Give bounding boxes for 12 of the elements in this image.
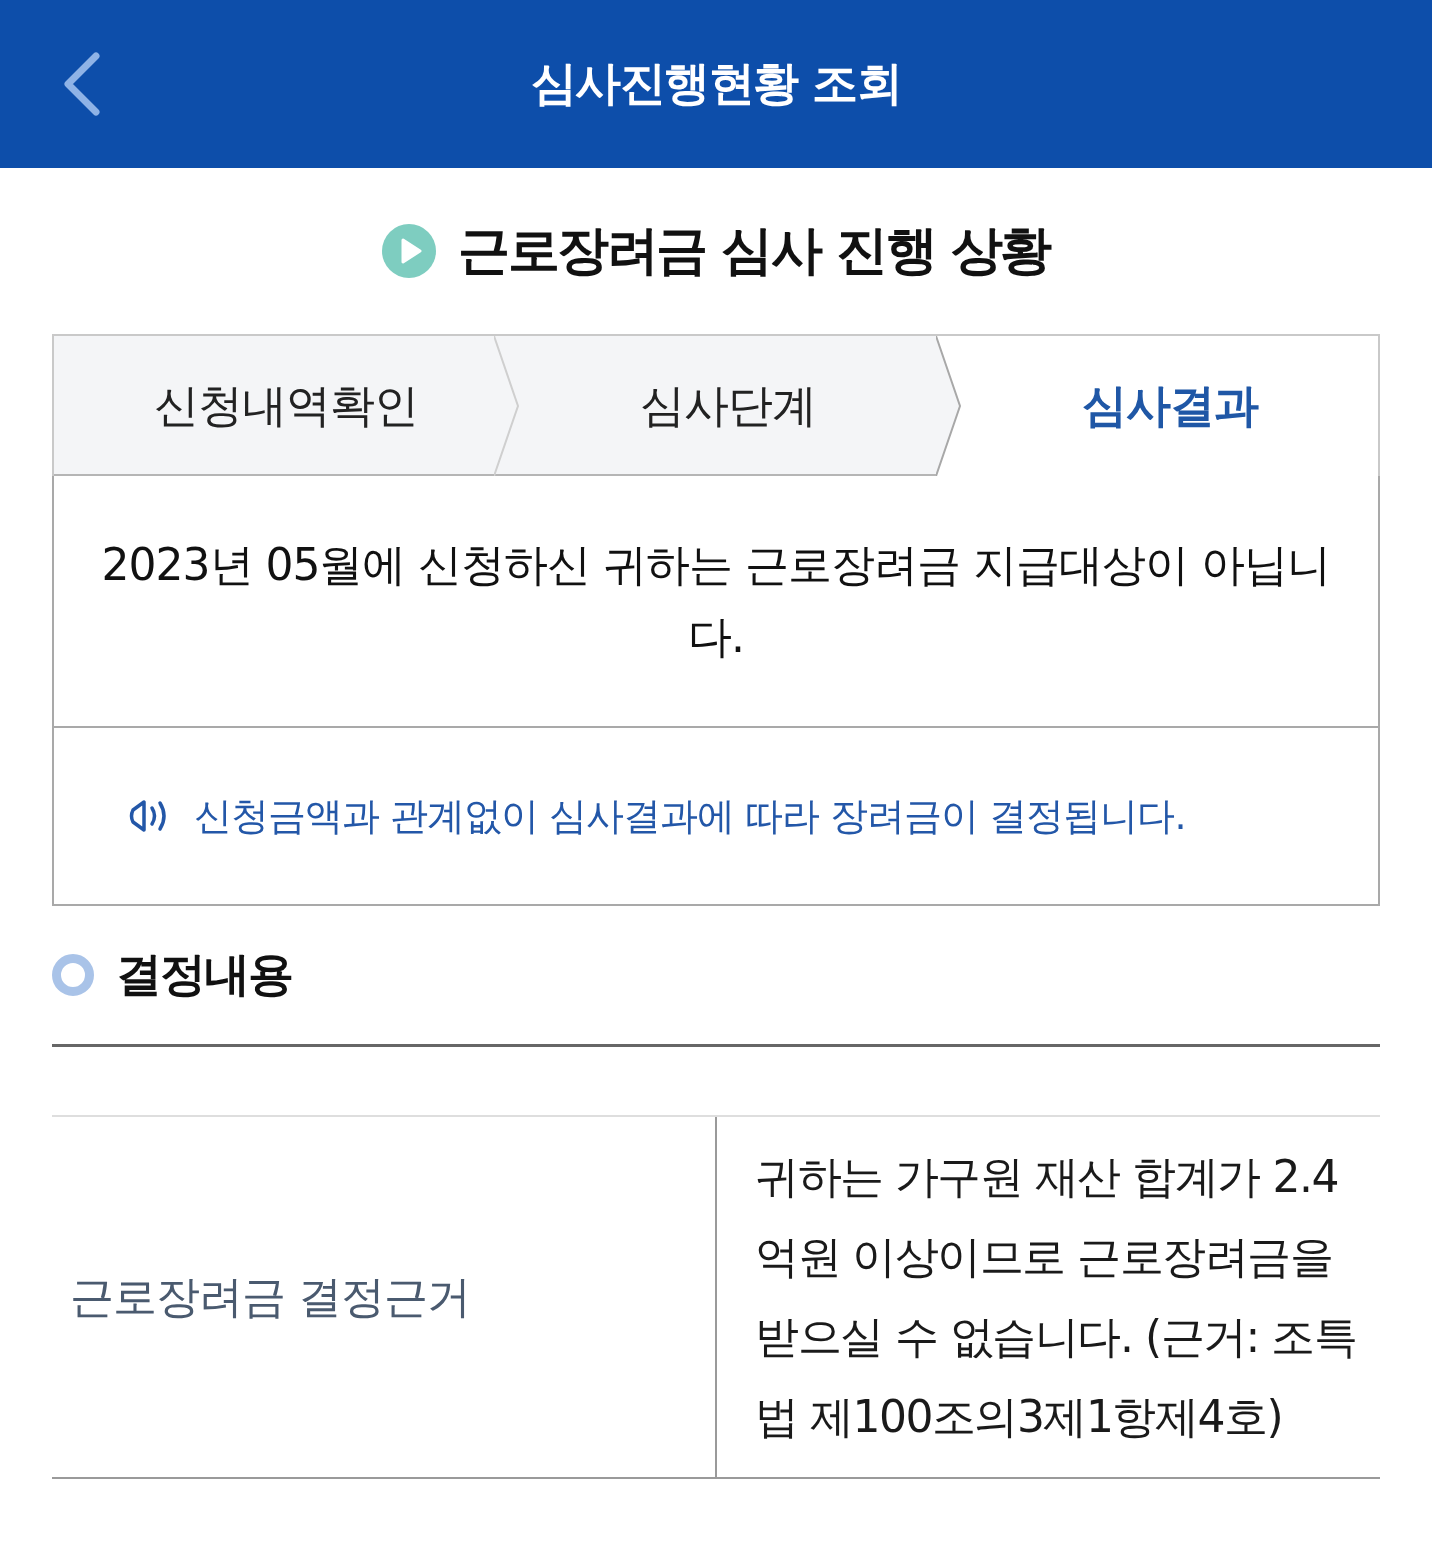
chevron-icon: [936, 336, 962, 476]
result-message: 2023년 05월에 신청하신 귀하는 근로장려금 지급대상이 아닙니다.: [100, 538, 1332, 664]
row-value: 귀하는 가구원 재산 합계가 2.4억원 이상이므로 근로장려금을 받으실 수 없습니다. (근거: 조특법 제100조의3제1항제4호): [715, 1117, 1380, 1477]
ring-icon: [52, 954, 94, 996]
back-icon: [62, 52, 102, 116]
step-tab[interactable]: 신청내역확인: [54, 336, 494, 476]
row-label: 근로장려금 결정근거: [69, 1269, 471, 1324]
play-icon: [382, 224, 437, 278]
page-title: 근로장려금 심사 진행 상황: [458, 219, 1050, 282]
notice-text: 신청금액과 관계없이 심사결과에 따라 장려금이 결정됩니다.: [194, 792, 1186, 840]
header-title: 심사진행현황 조회: [530, 55, 902, 112]
section-heading: 결정내용: [116, 946, 292, 1003]
